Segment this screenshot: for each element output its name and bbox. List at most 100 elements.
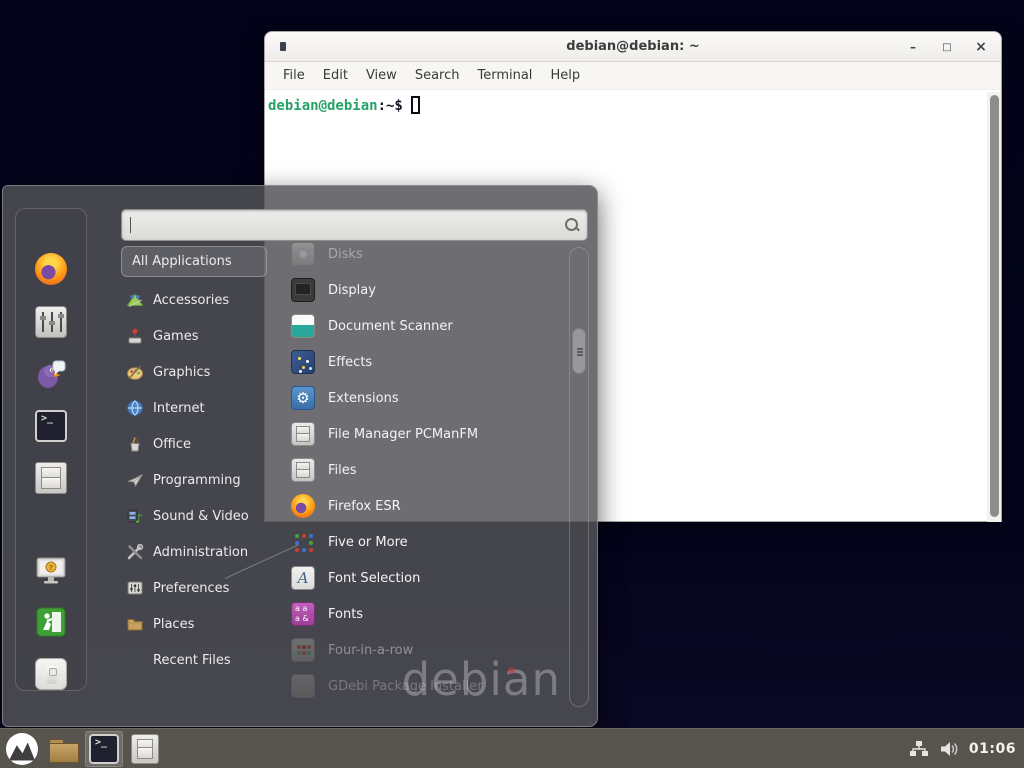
network-icon[interactable] (909, 740, 929, 758)
taskbar-menu-button[interactable] (3, 731, 41, 767)
accessories-icon (126, 291, 144, 309)
category-games[interactable]: Games (121, 318, 267, 354)
favorite-files[interactable] (34, 461, 68, 495)
system-tray: 01:06 (909, 740, 1024, 758)
app-extensions[interactable]: Extensions (291, 380, 569, 416)
category-sound-video[interactable]: ♪ Sound & Video (121, 498, 267, 534)
terminal-title: debian@debian: ~ (265, 39, 1001, 54)
app-four-in-a-row[interactable]: Four-in-a-row (291, 632, 569, 668)
internet-icon (126, 399, 144, 417)
app-file-manager-pcmanfm[interactable]: File Manager PCManFM (291, 416, 569, 452)
mixer-icon (35, 306, 67, 338)
games-icon (126, 327, 144, 345)
category-places[interactable]: Places (121, 606, 267, 642)
category-office[interactable]: Office (121, 426, 267, 462)
sound-video-icon: ♪ (126, 507, 144, 525)
terminal-menubar: File Edit View Search Terminal Help (265, 62, 1001, 90)
volume-icon[interactable] (939, 740, 959, 758)
menu-edit[interactable]: Edit (314, 65, 357, 86)
taskbar-terminal-button[interactable] (85, 731, 123, 767)
terminal-cursor (411, 96, 420, 114)
menu-view[interactable]: View (357, 65, 406, 86)
category-preferences[interactable]: Preferences (121, 570, 267, 606)
category-administration[interactable]: Administration (121, 534, 267, 570)
shutdown-icon (35, 658, 67, 690)
application-menu: debian ? (2, 185, 598, 727)
categories-column: All Applications Accessories Games Graph… (121, 246, 267, 678)
office-icon (126, 435, 144, 453)
menu-icon (6, 733, 38, 765)
app-display[interactable]: Display (291, 272, 569, 308)
gdebi-icon (291, 674, 315, 698)
menu-terminal[interactable]: Terminal (468, 65, 541, 86)
favorite-mixer[interactable] (34, 305, 68, 339)
category-internet[interactable]: Internet (121, 390, 267, 426)
close-icon[interactable]: × (971, 37, 991, 57)
menu-scrollbar-thumb[interactable] (572, 328, 586, 374)
effects-icon (291, 350, 315, 374)
places-icon (126, 615, 144, 633)
terminal-scrollbar-thumb[interactable] (990, 95, 999, 517)
favorite-pidgin[interactable] (34, 357, 68, 391)
four-in-a-row-icon (291, 638, 315, 662)
menu-help[interactable]: Help (541, 65, 589, 86)
category-accessories[interactable]: Accessories (121, 282, 267, 318)
terminal-icon (35, 410, 67, 442)
category-graphics[interactable]: Graphics (121, 354, 267, 390)
taskbar-files-button[interactable] (126, 731, 164, 767)
file-cabinet-icon (291, 422, 315, 446)
taskbar-file-manager-button[interactable] (44, 731, 82, 767)
graphics-icon (126, 363, 144, 381)
category-programming[interactable]: Programming (121, 462, 267, 498)
menu-scrollbar[interactable] (569, 247, 589, 707)
menu-search[interactable]: Search (406, 65, 469, 86)
disks-icon (291, 242, 315, 266)
taskbar: 01:06 (0, 728, 1024, 768)
menu-file[interactable]: File (274, 65, 314, 86)
app-gdebi-package-installer[interactable]: GDebi Package Installer (291, 668, 569, 704)
svg-text:?: ? (49, 564, 53, 572)
session-lock-screen[interactable]: ? (34, 553, 68, 587)
firefox-icon (291, 494, 315, 518)
terminal-titlebar[interactable]: debian@debian: ~ – □ × (265, 32, 1001, 62)
preferences-icon (126, 579, 144, 597)
lock-screen-icon: ? (35, 554, 67, 586)
taskbar-clock[interactable]: 01:06 (969, 741, 1016, 757)
category-recent-files[interactable]: Recent Files (121, 642, 267, 678)
category-all-applications[interactable]: All Applications (121, 246, 267, 277)
search-caret (130, 217, 131, 233)
minimize-icon[interactable]: – (903, 37, 923, 57)
extensions-icon (291, 386, 315, 410)
administration-icon (126, 543, 144, 561)
file-cabinet-icon (131, 734, 159, 764)
app-five-or-more[interactable]: Five or More (291, 524, 569, 560)
app-effects[interactable]: Effects (291, 344, 569, 380)
file-cabinet-icon (291, 458, 315, 482)
log-out-icon (35, 606, 67, 638)
favorite-firefox[interactable] (34, 252, 68, 286)
prompt-suffix: :~$ (378, 98, 403, 114)
app-firefox-esr[interactable]: Firefox ESR (291, 488, 569, 524)
prompt-user-host: debian@debian (268, 98, 378, 114)
font-selection-icon (291, 566, 315, 590)
document-scanner-icon (291, 314, 315, 338)
app-files[interactable]: Files (291, 452, 569, 488)
five-or-more-icon (291, 530, 315, 554)
maximize-icon[interactable]: □ (937, 37, 957, 57)
terminal-app-icon (280, 42, 286, 51)
pidgin-icon (35, 358, 67, 390)
folder-icon (47, 734, 79, 764)
applications-column: Disks Display Document Scanner Effects E… (291, 236, 569, 704)
terminal-icon (89, 734, 119, 764)
app-disks[interactable]: Disks (291, 236, 569, 272)
session-shutdown[interactable] (34, 657, 68, 691)
app-font-selection[interactable]: Font Selection (291, 560, 569, 596)
scrollbar-grip (577, 348, 583, 350)
app-fonts[interactable]: Fonts (291, 596, 569, 632)
session-log-out[interactable] (34, 605, 68, 639)
programming-icon (126, 471, 144, 489)
terminal-scrollbar[interactable] (987, 92, 1001, 522)
favorite-terminal[interactable] (34, 409, 68, 443)
fonts-icon (291, 602, 315, 626)
app-document-scanner[interactable]: Document Scanner (291, 308, 569, 344)
